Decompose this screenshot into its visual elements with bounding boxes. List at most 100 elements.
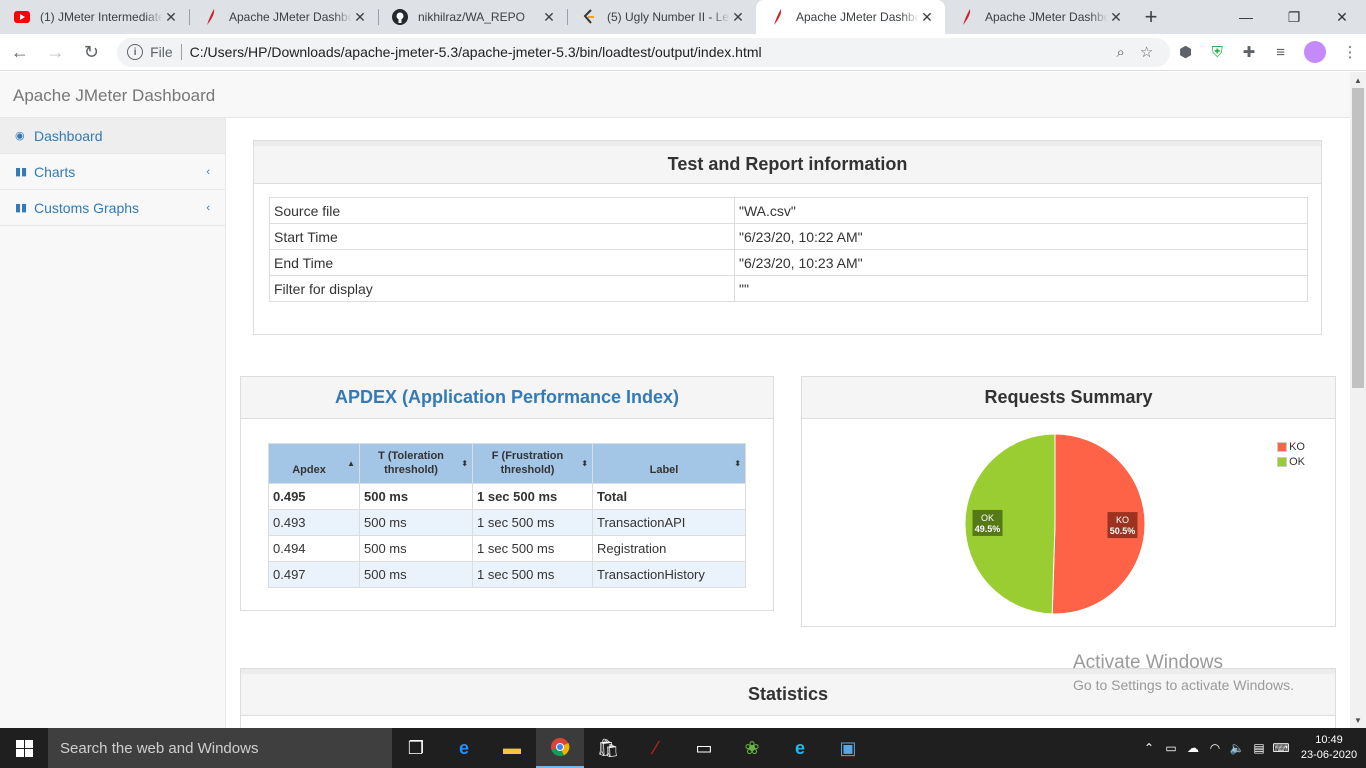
browser-tab[interactable]: Apache JMeter Dashboard ✕ (945, 0, 1134, 34)
page-scrollbar[interactable]: ▲ ▼ (1350, 72, 1366, 728)
minimize-icon[interactable]: — (1222, 0, 1270, 34)
divider (180, 44, 182, 60)
test-info-title: Test and Report information (254, 146, 1321, 184)
store-icon[interactable]: 🛍 (584, 728, 632, 768)
chrome-icon[interactable] (536, 728, 584, 768)
wifi-icon[interactable]: ◠ (1204, 741, 1226, 755)
chevron-up-icon[interactable]: ⌃ (1138, 741, 1160, 755)
forward-arrow-icon[interactable]: → (40, 36, 72, 68)
menu-kebab-icon[interactable]: ⋮ (1334, 36, 1366, 68)
close-tab-icon[interactable]: ✕ (1108, 9, 1124, 26)
apdex-panel: APDEX (Application Performance Index) Ap… (240, 376, 774, 611)
test-info-table: Source file "WA.csv" Start Time "6/23/20… (269, 197, 1308, 302)
reload-icon[interactable]: ↻ (75, 36, 107, 68)
internet-explorer-icon[interactable]: e (776, 728, 824, 768)
info-value: "WA.csv" (734, 197, 1308, 224)
browser-tab[interactable]: (1) JMeter Intermediate ✕ (0, 0, 189, 34)
sidebar-item-dashboard[interactable]: ◉ Dashboard (0, 118, 225, 154)
cell-apdex: 0.493 (268, 509, 360, 536)
windows-taskbar: Search the web and Windows ❐ e ▬ 🛍 ⁄ ▭ ❀… (0, 728, 1366, 768)
tab-title: Apache JMeter Dashboard (796, 10, 919, 24)
back-arrow-icon[interactable]: ← (4, 36, 36, 68)
command-prompt-icon[interactable]: ▭ (680, 728, 728, 768)
taskbar-clock[interactable]: 10:49 23-06-2020 (1292, 733, 1366, 763)
shield-extension-icon[interactable]: ⛨ (1201, 36, 1233, 68)
column-header-frustration[interactable]: F (Frustration threshold) ⬍ (472, 443, 593, 484)
scroll-down-icon[interactable]: ▼ (1350, 712, 1366, 728)
browser-tab-active[interactable]: Apache JMeter Dashboard ✕ (756, 0, 945, 34)
test-info-panel: Test and Report information Source file … (253, 140, 1322, 335)
onedrive-cloud-icon[interactable]: ☁ (1182, 741, 1204, 755)
navbar-brand[interactable]: Apache JMeter Dashboard (13, 86, 215, 106)
requests-summary-panel: Requests Summary KO 50.5% OK 49.5% KO OK (801, 376, 1336, 627)
requests-summary-title: Requests Summary (802, 377, 1335, 419)
legend-label: OK (1289, 455, 1305, 468)
github-icon (392, 9, 408, 25)
close-tab-icon[interactable]: ✕ (352, 9, 368, 26)
pie-label-ok: OK49.5% (972, 509, 1003, 536)
cell-label: Total (592, 483, 746, 510)
cell-apdex: 0.497 (268, 561, 360, 588)
scrollbar-thumb[interactable] (1352, 88, 1364, 388)
column-header-apdex[interactable]: Apdex ▲ (268, 443, 360, 484)
scroll-up-icon[interactable]: ▲ (1350, 72, 1366, 88)
media-control-icon[interactable]: ≡ (1265, 36, 1297, 68)
column-header-label[interactable]: Label ⬍ (592, 443, 746, 484)
pie-label-name: OK (981, 513, 994, 523)
sort-asc-icon[interactable]: ▲ (347, 457, 355, 471)
jmeter-feather-icon (770, 9, 786, 25)
profile-avatar[interactable] (1304, 41, 1327, 63)
sort-icon[interactable]: ⬍ (734, 457, 741, 471)
tab-title: nikhilraz/WA_REPO (418, 10, 525, 24)
table-row: Source file "WA.csv" (269, 197, 1308, 224)
spring-tools-icon[interactable]: ❀ (728, 728, 776, 768)
bookmark-star-icon[interactable]: ☆ (1134, 43, 1160, 61)
clock-time: 10:49 (1315, 734, 1343, 746)
close-window-icon[interactable]: ✕ (1318, 0, 1366, 34)
sidebar-item-customs-graphs[interactable]: ▮▮ Customs Graphs ‹ (0, 190, 225, 226)
action-center-icon[interactable]: ▤ (1248, 741, 1270, 755)
zoom-search-icon[interactable]: ⌕ (1108, 44, 1134, 61)
sidebar-item-label: Dashboard (34, 127, 103, 144)
edge-legacy-icon[interactable]: e (440, 728, 488, 768)
remote-desktop-icon[interactable]: ▣ (824, 728, 872, 768)
puzzle-extensions-icon[interactable]: ✚ (1233, 36, 1265, 68)
keyboard-icon[interactable]: ⌨ (1270, 741, 1292, 755)
url-text[interactable]: C:/Users/HP/Downloads/apache-jmeter-5.3/… (190, 44, 1108, 60)
jmeter-feather-icon[interactable]: ⁄ (632, 728, 680, 768)
close-tab-icon[interactable]: ✕ (919, 9, 935, 26)
taskbar-search-box[interactable]: Search the web and Windows (48, 728, 392, 768)
browser-tab[interactable]: (5) Ugly Number II - LeetCode ✕ (567, 0, 756, 34)
column-header-toleration[interactable]: T (Toleration threshold) ⬍ (359, 443, 473, 484)
info-value: "6/23/20, 10:22 AM" (734, 223, 1308, 250)
windows-start-icon[interactable] (0, 728, 48, 768)
sort-icon[interactable]: ⬍ (461, 457, 468, 471)
maximize-icon[interactable]: ❐ (1270, 0, 1318, 34)
browser-tab[interactable]: Apache JMeter Dashboard ✕ (189, 0, 378, 34)
top-navbar: Apache JMeter Dashboard (0, 72, 1350, 118)
sidebar-item-charts[interactable]: ▮▮ Charts ‹ (0, 154, 225, 190)
address-bar[interactable]: i File C:/Users/HP/Downloads/apache-jmet… (117, 37, 1170, 67)
battery-icon[interactable]: ▭ (1160, 741, 1182, 755)
legend-item-ko[interactable]: KO (1277, 439, 1305, 454)
new-tab-button[interactable]: + (1134, 0, 1168, 34)
close-tab-icon[interactable]: ✕ (730, 9, 746, 26)
close-tab-icon[interactable]: ✕ (163, 9, 179, 26)
browser-tab[interactable]: nikhilraz/WA_REPO ✕ (378, 0, 567, 34)
cell-frustration: 1 sec 500 ms (472, 483, 593, 510)
table-row: End Time "6/23/20, 10:23 AM" (269, 249, 1308, 276)
apdex-table: Apdex ▲ T (Toleration threshold) ⬍ F (Frus… (268, 443, 746, 588)
cell-apdex: 0.495 (268, 483, 360, 510)
extension-cube-icon[interactable]: ⬢ (1170, 36, 1202, 68)
volume-icon[interactable]: 🔈 (1226, 741, 1248, 755)
sidebar: ◉ Dashboard ▮▮ Charts ‹ ▮▮ Customs Graph… (0, 118, 226, 728)
close-tab-icon[interactable]: ✕ (541, 9, 557, 26)
bar-chart-icon: ▮▮ (15, 202, 28, 214)
info-icon[interactable]: i (127, 44, 144, 60)
task-view-icon[interactable]: ❐ (392, 728, 440, 768)
cell-frustration: 1 sec 500 ms (472, 509, 593, 536)
legend-item-ok[interactable]: OK (1277, 454, 1305, 469)
file-explorer-icon[interactable]: ▬ (488, 728, 536, 768)
sort-icon[interactable]: ⬍ (581, 457, 588, 471)
pie-label-ko: KO50.5% (1107, 512, 1138, 539)
